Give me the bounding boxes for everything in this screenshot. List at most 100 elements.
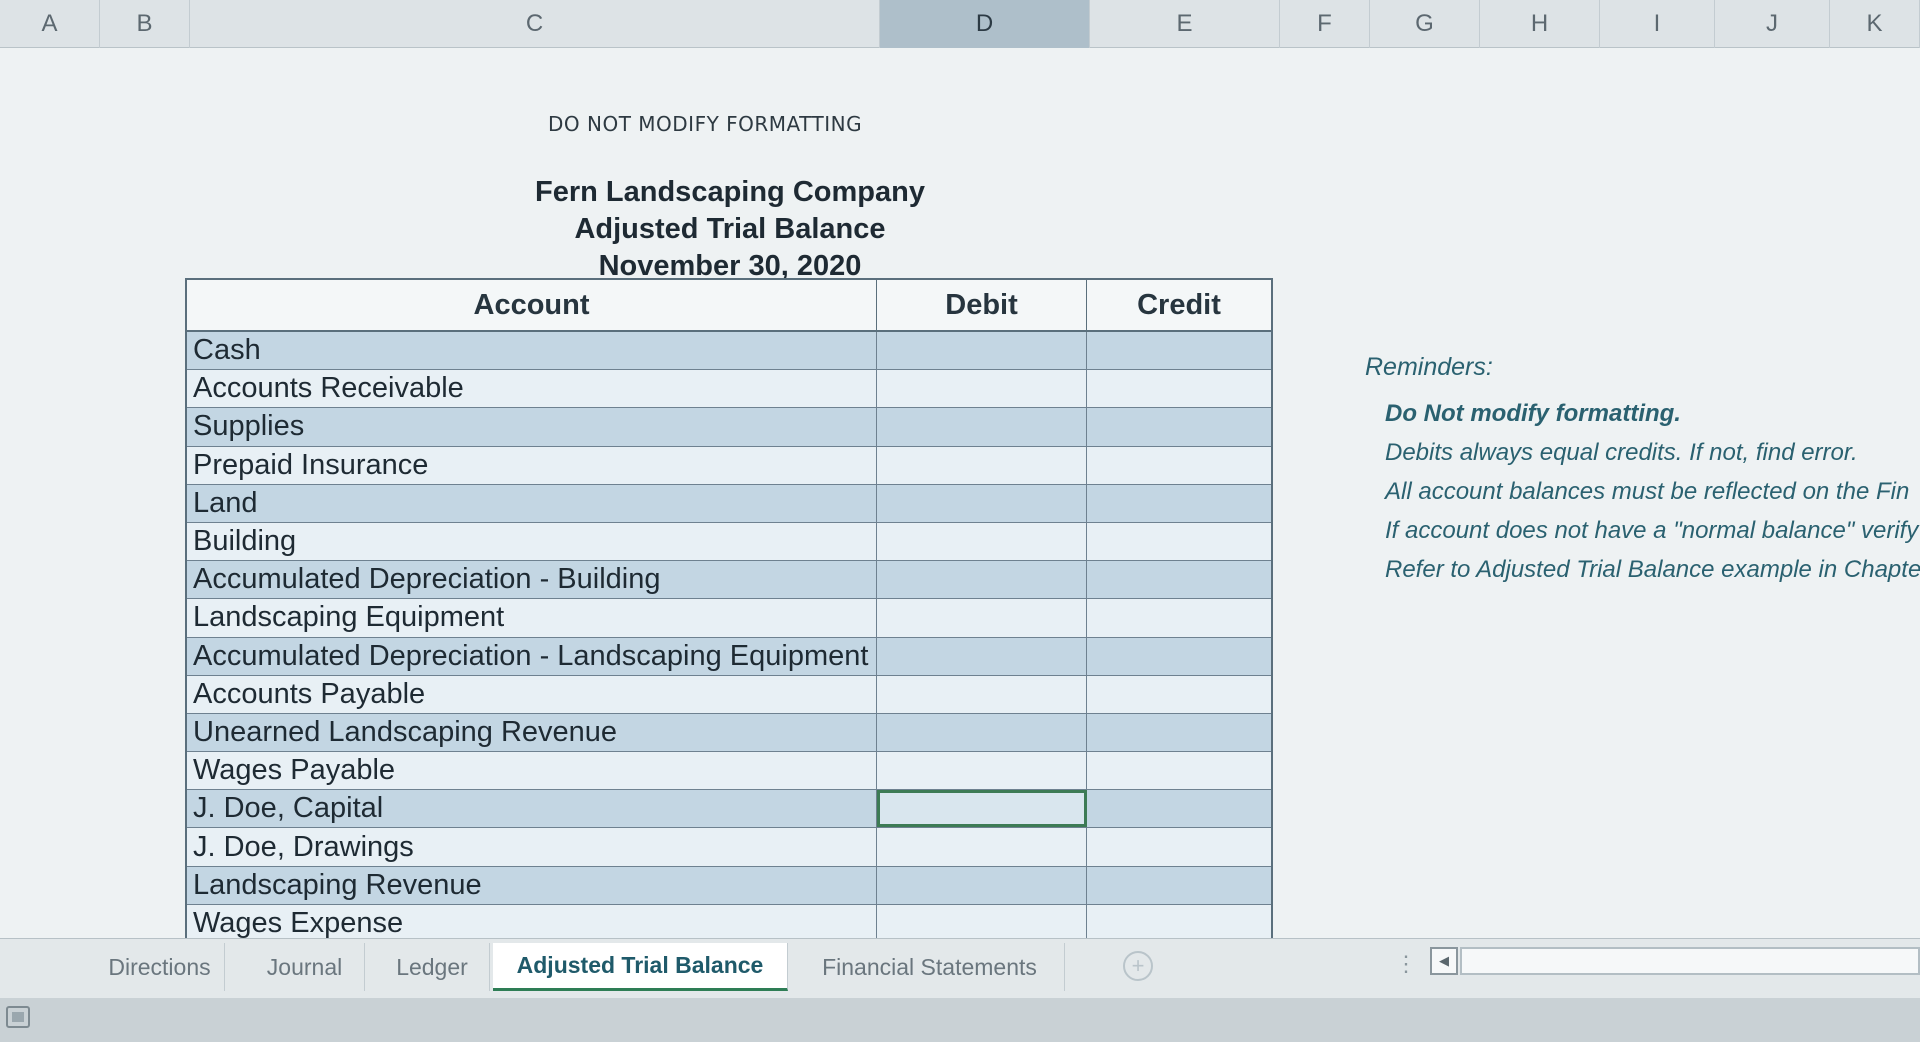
sheet-view-icon[interactable] <box>6 1006 30 1028</box>
debit-cell[interactable] <box>877 522 1087 561</box>
credit-cell[interactable] <box>1087 714 1271 751</box>
debit-cell[interactable] <box>877 561 1087 599</box>
debit-cell[interactable] <box>877 713 1087 752</box>
column-header-c[interactable]: C <box>190 0 880 48</box>
debit-cell[interactable] <box>877 637 1087 675</box>
credit-cell[interactable] <box>1087 676 1271 713</box>
reminder-item: If account does not have a "normal balan… <box>1385 517 1919 544</box>
credit-cell[interactable] <box>1087 867 1271 904</box>
credit-column-header: Credit <box>1137 288 1221 321</box>
tab-financial-statements[interactable]: Financial Statements <box>795 943 1065 991</box>
account-name-cell[interactable]: Wages Expense <box>187 904 877 942</box>
tab-directions[interactable]: Directions <box>95 943 225 991</box>
table-row: Land <box>187 484 1271 523</box>
table-row: J. Doe, Drawings <box>187 828 1271 867</box>
table-row: J. Doe, Capital <box>187 790 1271 829</box>
debit-cell[interactable] <box>877 904 1087 942</box>
debit-cell[interactable] <box>877 599 1087 637</box>
account-name-cell[interactable]: Landscaping Revenue <box>187 866 877 904</box>
credit-cell[interactable] <box>1087 447 1271 484</box>
table-row: Building <box>187 522 1271 562</box>
account-name-cell[interactable]: Accumulated Depreciation - Landscaping E… <box>187 637 877 675</box>
reminder-item: Refer to Adjusted Trial Balance example … <box>1385 556 1920 583</box>
column-header-b[interactable]: B <box>100 0 190 48</box>
reminders-panel: Reminders: Do Not modify formatting. Deb… <box>1365 353 1920 589</box>
credit-cell[interactable] <box>1087 408 1271 445</box>
account-name-cell[interactable]: Accounts Payable <box>187 675 877 713</box>
column-header-j[interactable]: J <box>1715 0 1830 48</box>
account-name-cell[interactable]: Accumulated Depreciation - Building <box>187 561 877 599</box>
debit-cell[interactable] <box>877 675 1087 713</box>
reminder-item: Debits always equal credits. If not, fin… <box>1385 439 1858 466</box>
status-bar <box>0 998 1920 1042</box>
credit-cell[interactable] <box>1087 638 1271 675</box>
credit-cell[interactable] <box>1087 332 1271 369</box>
table-row: Wages Payable <box>187 752 1271 791</box>
account-name-cell[interactable]: Prepaid Insurance <box>187 446 877 484</box>
more-tabs-icon[interactable]: ⋮ <box>1395 951 1417 977</box>
plus-circle-icon[interactable]: + <box>1123 951 1153 981</box>
credit-cell[interactable] <box>1087 905 1271 942</box>
debit-cell[interactable] <box>877 408 1087 446</box>
tab-journal[interactable]: Journal <box>245 943 365 991</box>
debit-cell[interactable] <box>877 752 1087 790</box>
reminder-item: All account balances must be reflected o… <box>1385 478 1910 505</box>
table-row: Landscaping Equipment <box>187 599 1271 638</box>
account-name-cell[interactable]: Wages Payable <box>187 752 877 790</box>
arrow-left-icon[interactable]: ◀ <box>1430 947 1458 975</box>
table-row: Accumulated Depreciation - Building <box>187 561 1271 600</box>
debit-cell[interactable] <box>877 332 1087 370</box>
table-row: Supplies <box>187 408 1271 447</box>
report-name: Adjusted Trial Balance <box>574 213 886 245</box>
debit-cell[interactable] <box>877 370 1087 408</box>
column-header-g[interactable]: G <box>1370 0 1480 48</box>
credit-cell[interactable] <box>1087 790 1271 827</box>
active-debit-cell[interactable] <box>877 790 1087 828</box>
debit-cell[interactable] <box>877 828 1087 866</box>
account-name-cell[interactable]: Cash <box>187 332 877 370</box>
debit-cell[interactable] <box>877 866 1087 904</box>
table-row: Accumulated Depreciation - Landscaping E… <box>187 637 1271 676</box>
column-header-k[interactable]: K <box>1830 0 1920 48</box>
column-header-h[interactable]: H <box>1480 0 1600 48</box>
horizontal-scrollbar[interactable] <box>1460 947 1920 975</box>
report-title-block: Fern Landscaping Company Adjusted Trial … <box>520 174 940 285</box>
credit-cell[interactable] <box>1087 561 1271 598</box>
worksheet-area[interactable]: DO NOT MODIFY FORMATTING Fern Landscapin… <box>0 48 1920 984</box>
table-row: Prepaid Insurance <box>187 446 1271 485</box>
debit-cell[interactable] <box>877 484 1087 522</box>
account-name-cell[interactable]: Land <box>187 484 877 522</box>
credit-cell[interactable] <box>1087 752 1271 789</box>
column-header-i[interactable]: I <box>1600 0 1715 48</box>
column-header-e[interactable]: E <box>1090 0 1280 48</box>
debit-cell[interactable] <box>877 446 1087 484</box>
credit-cell[interactable] <box>1087 599 1271 636</box>
company-name: Fern Landscaping Company <box>535 176 925 208</box>
table-row: Accounts Receivable <box>187 370 1271 409</box>
account-name-cell[interactable]: J. Doe, Capital <box>187 790 877 828</box>
account-name-cell[interactable]: Landscaping Equipment <box>187 599 877 637</box>
credit-cell[interactable] <box>1087 828 1271 865</box>
column-header-f[interactable]: F <box>1280 0 1370 48</box>
reminders-title: Reminders: <box>1365 353 1493 381</box>
tab-adjusted-trial-balance[interactable]: Adjusted Trial Balance <box>493 943 788 991</box>
account-name-cell[interactable]: J. Doe, Drawings <box>187 828 877 866</box>
debit-column-header: Debit <box>877 280 1087 330</box>
table-row: Accounts Payable <box>187 675 1271 714</box>
column-header-bar: A B C D E F G H I J K <box>0 0 1920 48</box>
trial-balance-table: Account Debit Credit Cash Accounts Receiv… <box>185 278 1273 984</box>
column-header-d[interactable]: D <box>880 0 1090 48</box>
account-name-cell[interactable]: Building <box>187 522 877 561</box>
account-name-cell[interactable]: Unearned Landscaping Revenue <box>187 713 877 752</box>
account-name-cell[interactable]: Supplies <box>187 408 877 446</box>
table-row: Landscaping Revenue <box>187 866 1271 905</box>
table-body: Cash Accounts Receivable Supplies Prepaid I… <box>187 332 1271 982</box>
credit-cell[interactable] <box>1087 523 1271 560</box>
credit-cell[interactable] <box>1087 485 1271 522</box>
column-header-a[interactable]: A <box>0 0 100 48</box>
sheet-tabs-bar: Directions Journal Ledger Adjusted Trial… <box>0 938 1920 998</box>
credit-cell[interactable] <box>1087 370 1271 407</box>
account-name-cell[interactable]: Accounts Receivable <box>187 370 877 408</box>
account-column-header: Account <box>187 280 877 330</box>
tab-ledger[interactable]: Ledger <box>375 943 490 991</box>
